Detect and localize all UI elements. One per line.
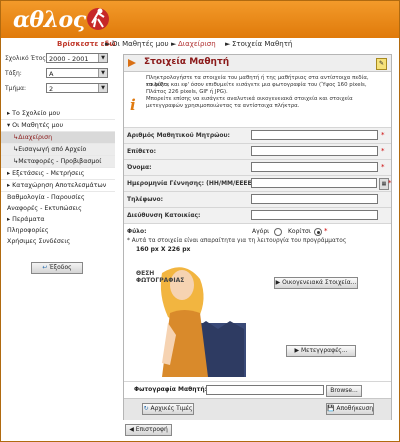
firstname-label: Όνομα: xyxy=(127,164,152,171)
birthdate-label: Ημερομηνία Γέννησης: (ΗΗ/ΜΜ/ΕΕΕΕ) xyxy=(127,180,255,187)
notepad-icon[interactable]: ✎ xyxy=(376,58,387,70)
registry-number-label: Αριθμός Μαθητικού Μητρώου: xyxy=(127,132,230,139)
sidebar-item-my-students[interactable]: ▾ Οι Μαθητές μου xyxy=(1,120,115,132)
sidebar-item-experiments[interactable]: ▸ Περάματα xyxy=(1,214,115,225)
save-icon: 💾 xyxy=(327,405,337,412)
photo-placeholder-illustration xyxy=(132,243,246,377)
sidebar-item-reports[interactable]: Αναφορές - Εκτυπώσεις xyxy=(1,203,115,214)
school-year-value: 2000 - 2001 xyxy=(49,55,89,63)
student-photo-label: Φωτογραφία Μαθητή: xyxy=(134,386,207,393)
photo-file-input[interactable] xyxy=(206,385,324,395)
phone-label: Τηλέφωνο: xyxy=(127,196,164,203)
breadcrumb-arrow-3: ► xyxy=(225,40,231,48)
breadcrumb-arrow-1: ► xyxy=(105,40,111,48)
gender-male-label: Αγόρι xyxy=(252,228,270,235)
photo-size-label: 160 px X 226 px xyxy=(136,246,191,253)
phone-input[interactable] xyxy=(251,194,378,204)
sidebar-item-transfers[interactable]: ↳Μεταφορές - Προβιβασμοί xyxy=(1,156,115,168)
address-label: Διεύθυνση Κατοικίας: xyxy=(127,212,201,219)
birthdate-row: Ημερομηνία Γέννησης: (ΗΗ/ΜΜ/ΕΕΕΕ) ▦ * xyxy=(124,175,392,191)
gender-male-radio[interactable] xyxy=(274,228,282,236)
runner-logo-icon xyxy=(87,8,109,30)
required-marker: * xyxy=(324,227,328,235)
sidebar-item-exams[interactable]: ▸ Εξετάσεις - Μετρήσεις xyxy=(1,168,115,180)
divider xyxy=(124,381,391,382)
browse-button[interactable]: Browse... xyxy=(326,385,362,397)
surname-input[interactable] xyxy=(251,146,378,156)
class-select[interactable]: A ▼ xyxy=(46,68,108,78)
family-details-button[interactable]: ▶ Οικογενειακά Στοιχεία... xyxy=(274,277,358,289)
chevron-down-icon: ▼ xyxy=(98,84,107,92)
required-marker: * xyxy=(388,179,392,187)
sidebar: Σχολικό Έτος: 2000 - 2001 ▼ Τάξη: A ▼ Τμ… xyxy=(1,50,115,435)
photo-caption-line-1: ΘΕΣΗ xyxy=(136,270,155,277)
gender-female-label: Κορίτσι xyxy=(288,228,311,235)
address-row: Διεύθυνση Κατοικίας: xyxy=(124,207,391,223)
school-year-select[interactable]: 2000 - 2001 ▼ xyxy=(46,53,108,63)
breadcrumb: Βρίσκεστε εδώ ► Οι Μαθητές μου ► Διαχείρ… xyxy=(1,38,399,50)
page-title: Στοιχεία Μαθητή xyxy=(144,57,230,67)
sidebar-item-import[interactable]: ↳Εισαγωγή από Αρχείο xyxy=(1,144,115,156)
phone-row: Τηλέφωνο: xyxy=(124,191,391,207)
chevron-down-icon: ▼ xyxy=(98,69,107,77)
registry-number-row: Αριθμός Μαθητικού Μητρώου: * xyxy=(124,127,391,143)
student-photo-placeholder: 160 px X 226 px ΘΕΣΗ ΦΩΤΟΓΡΑΦΙΑΣ xyxy=(132,243,246,377)
chevron-down-icon: ▼ xyxy=(98,54,107,62)
surname-label: Επίθετο: xyxy=(127,148,156,155)
address-input[interactable] xyxy=(251,210,378,220)
info-line-2: το φύλο, και εφ' όσον επιθυμείτε εισάγετ… xyxy=(146,82,367,88)
breadcrumb-management[interactable]: Διαχείριση xyxy=(178,38,216,50)
sidebar-item-info[interactable]: Πληροφορίες xyxy=(1,225,115,236)
photo-caption-line-2: ΦΩΤΟΓΡΑΦΙΑΣ xyxy=(136,277,185,284)
required-marker: * xyxy=(381,163,385,171)
exit-button[interactable]: ↩ Έξοδος xyxy=(31,262,83,274)
title-arrow-icon xyxy=(128,59,136,67)
gender-female-radio[interactable] xyxy=(314,228,322,236)
surname-row: Επίθετο: * xyxy=(124,143,391,159)
section-label: Τμήμα: xyxy=(5,85,27,92)
sidebar-item-results[interactable]: ▸ Καταχώρηση Αποτελεσμάτων xyxy=(1,180,115,192)
save-button[interactable]: 💾 Αποθήκευση xyxy=(326,403,374,415)
section-value: 2 xyxy=(49,85,54,93)
registry-number-input[interactable] xyxy=(251,130,378,140)
breadcrumb-student-details: Στοιχεία Μαθητή xyxy=(232,40,293,48)
gender-label: Φύλο: xyxy=(127,228,147,235)
breadcrumb-arrow-2: ► xyxy=(171,40,177,48)
sidebar-nav: ▸ Το Σχολείο μου ▾ Οι Μαθητές μου ↳Διαχε… xyxy=(1,108,115,247)
sidebar-item-management[interactable]: ↳Διαχείριση xyxy=(1,132,115,144)
transfers-button[interactable]: ▶ Μετεγγραφές... xyxy=(286,345,356,357)
refresh-icon: ↻ xyxy=(143,405,151,412)
reset-button[interactable]: ↻ Αρχικές Τιμές xyxy=(142,403,194,415)
school-year-label: Σχολικό Έτος: xyxy=(5,55,48,62)
gender-row: Φύλο: Αγόρι Κορίτσι * xyxy=(124,223,391,239)
section-select[interactable]: 2 ▼ xyxy=(46,83,108,93)
app-logo: αθλος xyxy=(13,7,86,33)
required-marker: * xyxy=(381,131,385,139)
info-line-4: Μπορείτε επίσης να εισάγετε αναλυτικά οι… xyxy=(146,96,353,102)
firstname-input[interactable] xyxy=(251,162,378,172)
sidebar-item-my-school[interactable]: ▸ Το Σχολείο μου xyxy=(1,108,115,120)
sidebar-item-links[interactable]: Χρήσιμες Συνδέσεις xyxy=(1,236,115,247)
breadcrumb-my-students[interactable]: Οι Μαθητές μου xyxy=(112,38,169,50)
info-icon: i xyxy=(130,96,136,114)
panel-titlebar: Στοιχεία Μαθητή ✎ xyxy=(124,55,391,72)
info-section: i Πληκτρολογήστε τα στοιχεία του μαθητή … xyxy=(124,72,391,126)
info-line-5: μετεγγραφών χρησιμοποιώντας τα αντίστοιχ… xyxy=(146,103,300,109)
sidebar-item-grades[interactable]: Βαθμολογία - Παρουσίες xyxy=(1,192,115,203)
class-value: A xyxy=(49,70,54,78)
info-line-3: Πλάτος 226 pixels, GIF ή JPG). xyxy=(146,89,228,95)
firstname-row: Όνομα: * xyxy=(124,159,391,175)
required-marker: * xyxy=(381,147,385,155)
app-header: αθλος xyxy=(1,1,399,38)
birthdate-input[interactable] xyxy=(251,178,377,188)
class-label: Τάξη: xyxy=(5,70,22,77)
student-details-panel: Στοιχεία Μαθητή ✎ i Πληκτρολογήστε τα στ… xyxy=(123,54,392,420)
back-button[interactable]: ◀ Επιστροφή xyxy=(125,424,172,436)
